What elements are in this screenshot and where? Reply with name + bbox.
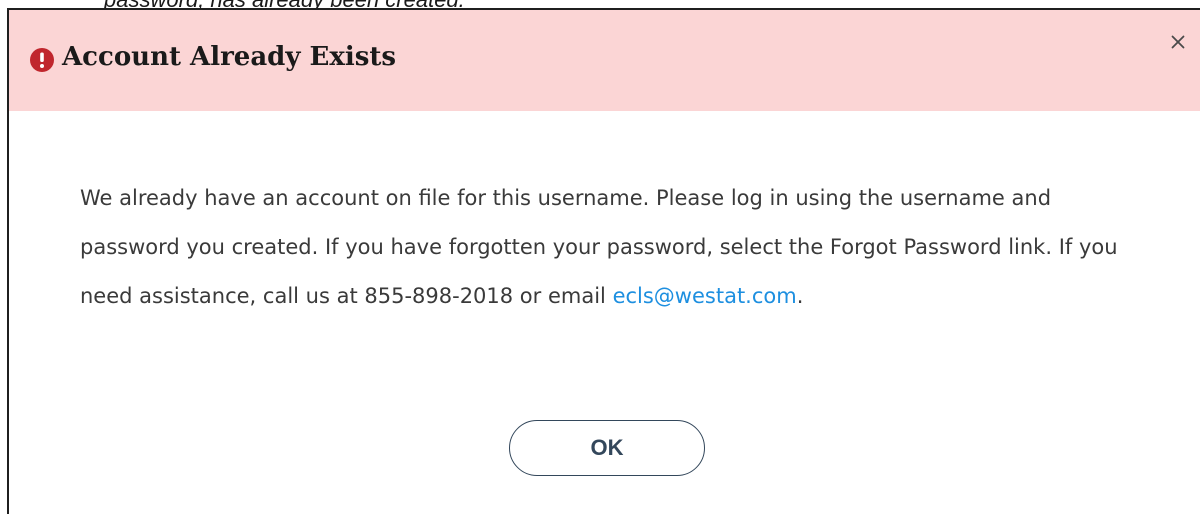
- message-text: We already have an account on file for t…: [80, 186, 1118, 308]
- dialog-title: Account Already Exists: [62, 42, 397, 72]
- account-exists-dialog: Account Already Exists We already have a…: [7, 8, 1200, 514]
- page: password, has already been created. Acco…: [0, 0, 1200, 514]
- dialog-header: Account Already Exists: [9, 10, 1200, 111]
- dialog-message: We already have an account on file for t…: [80, 174, 1150, 321]
- ok-button[interactable]: OK: [509, 420, 705, 476]
- email-link[interactable]: ecls@westat.com: [613, 284, 797, 308]
- alert-circle-icon: [30, 48, 54, 72]
- message-end: .: [796, 284, 804, 308]
- close-icon[interactable]: [1170, 34, 1186, 50]
